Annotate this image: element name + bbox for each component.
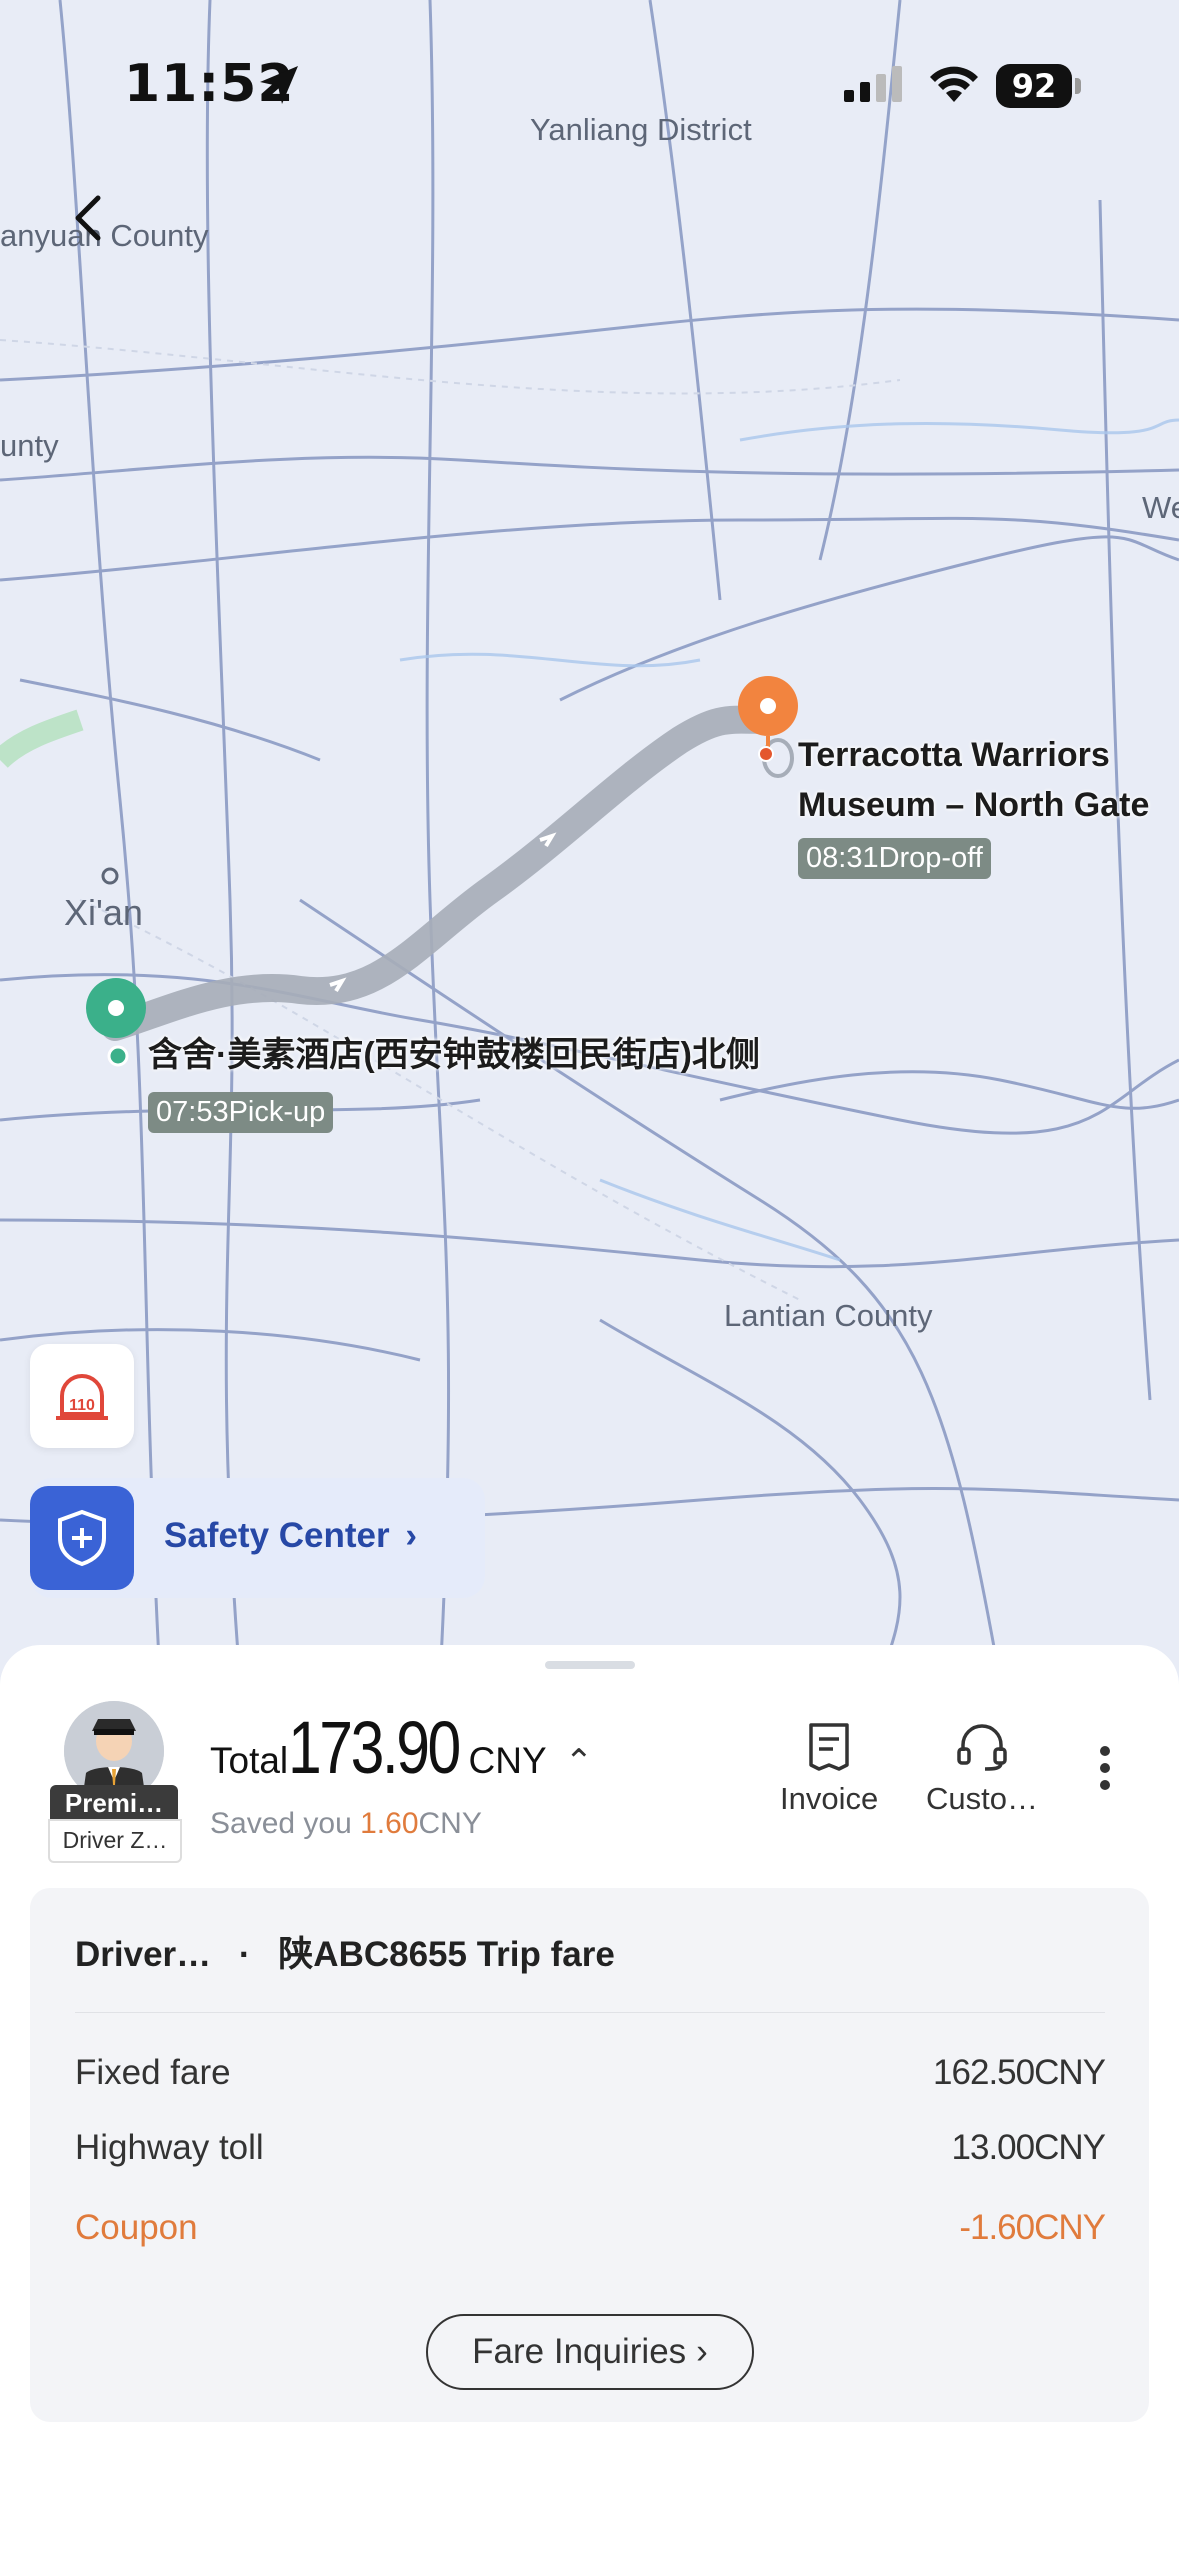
pickup-pin [86, 978, 146, 1038]
cellular-signal-icon [844, 66, 902, 102]
battery-cap [1075, 78, 1081, 94]
wifi-icon [930, 66, 978, 102]
sheet-drag-handle[interactable] [545, 1661, 635, 1669]
invoice-label: Invoice [780, 1781, 879, 1816]
place-unty: unty [0, 428, 59, 463]
total-currency: CNY [468, 1740, 547, 1781]
chevron-up-icon[interactable]: ⌃ [565, 1742, 594, 1782]
fare-row-coupon: Coupon -1.60CNY [75, 2208, 1106, 2248]
fare-label: Fixed fare [75, 2053, 231, 2092]
invoice-icon [809, 1723, 849, 1771]
dropoff-label: Terracotta Warriors Museum – North Gate [798, 730, 1149, 830]
customer-service-label: Custo… [926, 1781, 1038, 1816]
safety-center-button[interactable]: Safety Center › [30, 1478, 485, 1598]
dropoff-time-tag: 08:31Drop-off [798, 838, 991, 879]
fare-title-plate: 陕ABC8655 [278, 1935, 467, 1974]
fare-row-toll: Highway toll 13.00CNY [75, 2128, 1106, 2168]
fare-inquiries-label: Fare Inquiries [472, 2332, 687, 2371]
total-fare[interactable]: Total 173.90 CNY ⌃ [210, 1705, 593, 1790]
police-siren-icon: 110 [56, 1374, 108, 1420]
dropoff-name-line2: Museum – North Gate [798, 786, 1150, 824]
location-arrow-icon [260, 66, 298, 104]
fare-value: -1.60CNY [959, 2208, 1106, 2247]
fare-breakdown-card: Driver… · 陕ABC8655 Trip fare Fixed fare … [30, 1888, 1149, 2422]
status-bar: 11:52 92 [0, 0, 1179, 170]
battery-indicator: 92 [996, 64, 1072, 108]
fare-title-suffix: Trip fare [476, 1935, 615, 1974]
fare-value: 13.00CNY [951, 2128, 1106, 2167]
place-xian: Xi'an [64, 892, 143, 933]
total-label: Total [210, 1740, 289, 1781]
fare-title: Driver… · 陕ABC8655 Trip fare [75, 1926, 615, 1977]
saved-amount: 1.60 [360, 1807, 419, 1840]
safety-center-label: Safety Center › [164, 1516, 417, 1556]
total-amount: 173.90 [288, 1706, 461, 1789]
fare-title-driver: Driver… [75, 1935, 212, 1974]
premier-badge: Premi… [50, 1785, 178, 1821]
sos-110-text: 110 [69, 1397, 95, 1414]
fare-value: 162.50CNY [933, 2053, 1106, 2092]
fare-title-dot: · [238, 1935, 251, 1974]
invoice-button[interactable]: Invoice [780, 1721, 878, 1817]
map-view[interactable]: Yanliang District anyuan County unty We … [0, 0, 1179, 1680]
safety-shield-tile [30, 1486, 134, 1590]
back-arrow-icon[interactable] [60, 188, 120, 248]
fare-row-fixed: Fixed fare 162.50CNY [75, 2053, 1106, 2093]
more-options-icon[interactable] [1098, 1745, 1112, 1791]
shield-plus-icon [58, 1509, 106, 1567]
pickup-label: 含舍·美素酒店(西安钟鼓楼回民街店)北侧 [148, 1036, 760, 1074]
pickup-time-tag: 07:53Pick-up [148, 1092, 334, 1133]
emergency-110-button[interactable]: 110 [30, 1344, 134, 1448]
fare-inquiries-button[interactable]: Fare Inquiries › [426, 2314, 754, 2390]
headset-icon [957, 1724, 1007, 1771]
fare-divider [75, 2012, 1105, 2013]
customer-service-button[interactable]: Custo… [926, 1721, 1038, 1817]
chevron-right-icon: › [405, 1516, 418, 1555]
fare-label: Coupon [75, 2208, 198, 2247]
chevron-right-icon: › [696, 2332, 708, 2371]
dropoff-name-line1: Terracotta Warriors [798, 736, 1110, 774]
place-we: We [1142, 490, 1179, 525]
safety-center-text: Safety Center [164, 1516, 390, 1555]
fare-label: Highway toll [75, 2128, 264, 2167]
saved-prefix: Saved you [210, 1807, 361, 1840]
driver-name-tag: Driver Z… [48, 1819, 182, 1863]
savings-text: Saved you 1.60CNY [210, 1807, 482, 1841]
saved-suffix: CNY [418, 1807, 482, 1840]
place-lantian: Lantian County [724, 1298, 933, 1333]
